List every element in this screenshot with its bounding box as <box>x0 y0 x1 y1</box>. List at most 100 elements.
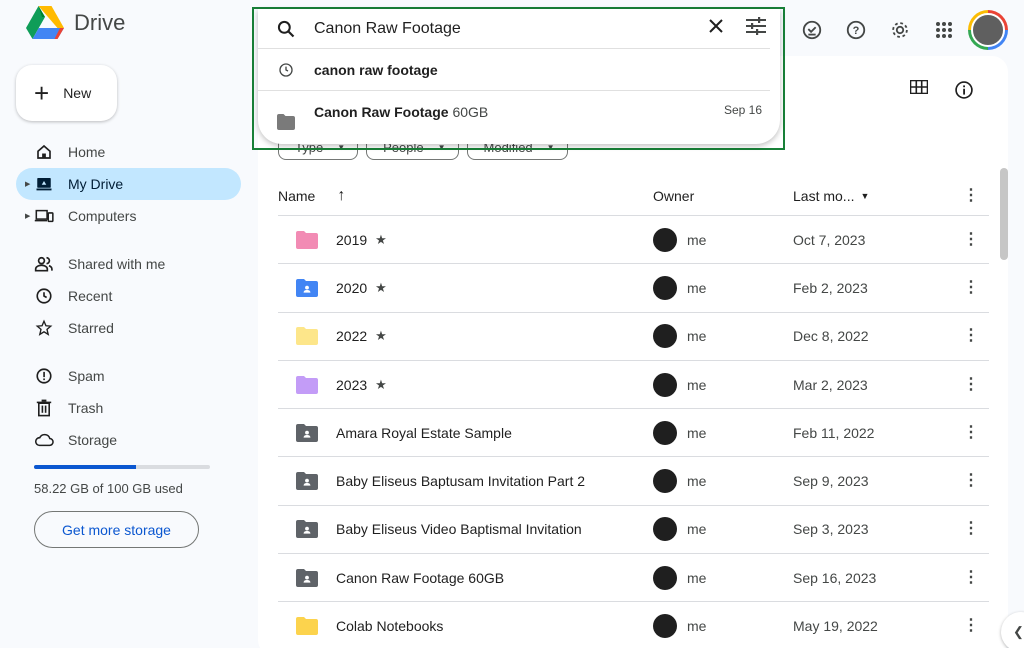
column-header-name[interactable]: Name <box>278 188 315 204</box>
owner-avatar <box>653 324 677 349</box>
sidebar-item-label: Computers <box>68 208 137 224</box>
sort-dropdown-icon[interactable]: ▼ <box>860 191 869 201</box>
last-modified: Oct 7, 2023 <box>793 231 866 248</box>
owner-name: me <box>687 618 707 635</box>
new-button[interactable]: + New <box>16 65 117 121</box>
svg-text:?: ? <box>853 25 860 37</box>
more-actions-icon[interactable]: ⋮ <box>963 279 979 296</box>
scrollbar[interactable] <box>1000 168 1008 260</box>
sidebar-item-my-drive[interactable]: ▶ My Drive <box>16 168 241 200</box>
more-actions-icon[interactable]: ⋮ <box>963 424 979 441</box>
folder-icon <box>258 114 314 130</box>
apps-icon[interactable] <box>928 14 960 46</box>
expand-caret-icon[interactable]: ▶ <box>25 180 30 188</box>
last-modified: Dec 8, 2022 <box>793 328 869 345</box>
more-actions-icon[interactable]: ⋮ <box>963 618 979 634</box>
search-bar <box>258 9 770 49</box>
owner-name: me <box>687 569 707 586</box>
drive-logo[interactable]: Drive <box>26 6 125 40</box>
result-date: Sep 16 <box>723 103 762 117</box>
shared-folder-icon <box>296 520 318 539</box>
shared-folder-icon <box>296 568 318 587</box>
sidebar-item-recent[interactable]: Recent <box>16 280 241 312</box>
help-icon[interactable]: ? <box>840 14 872 46</box>
sort-ascending-icon[interactable]: ↑ <box>337 187 345 205</box>
sidebar-item-label: Trash <box>68 400 104 416</box>
sidebar-item-shared-with-me[interactable]: Shared with me <box>16 248 241 280</box>
trash-icon <box>34 398 54 418</box>
owner-name: me <box>687 328 707 345</box>
sidebar-item-computers[interactable]: ▶ Computers <box>16 200 241 232</box>
more-options-icon[interactable]: ⋮ <box>963 187 979 204</box>
table-row[interactable]: 2019 ★ me Oct 7, 2023 ⋮ <box>278 216 989 265</box>
column-header-last-modified[interactable]: Last mo... <box>793 188 854 204</box>
cloud-icon <box>34 430 54 450</box>
more-actions-icon[interactable]: ⋮ <box>963 521 979 537</box>
sidebar-item-label: Recent <box>68 288 113 304</box>
expand-caret-icon[interactable]: ▶ <box>25 212 30 220</box>
account-avatar[interactable] <box>968 10 1008 50</box>
grid-view-icon[interactable] <box>909 79 929 105</box>
sidebar-item-starred[interactable]: Starred <box>16 312 241 344</box>
sidebar-item-home[interactable]: Home <box>16 136 241 168</box>
sidebar-item-label: Home <box>68 144 106 160</box>
get-more-storage-button[interactable]: Get more storage <box>34 511 199 548</box>
search-dropdown: canon raw footage Canon Raw Footage 60GB… <box>258 9 780 144</box>
sidebar-item-spam[interactable]: Spam <box>16 360 241 392</box>
table-row[interactable]: Canon Raw Footage 60GB me Sep 16, 2023 ⋮ <box>278 554 989 603</box>
file-name: 2023 <box>336 376 368 393</box>
header-actions: ? <box>796 10 1008 50</box>
settings-icon[interactable] <box>884 14 916 46</box>
search-result-item[interactable]: Canon Raw Footage 60GB Sep 16 <box>258 91 780 139</box>
starred-icon: ★ <box>375 279 387 295</box>
shared-icon <box>34 254 54 274</box>
owner-name: me <box>687 424 707 441</box>
table-row[interactable]: Baby Eliseus Video Baptismal Invitation m… <box>278 506 989 555</box>
more-actions-icon[interactable]: ⋮ <box>963 231 979 248</box>
table-row[interactable]: 2023 ★ me Mar 2, 2023 ⋮ <box>278 361 989 410</box>
plus-icon: + <box>34 78 50 108</box>
last-modified: Sep 16, 2023 <box>793 569 877 586</box>
sidebar-item-label: Spam <box>68 368 105 384</box>
sidebar-item-trash[interactable]: Trash <box>16 392 241 424</box>
folder-icon <box>296 617 318 636</box>
owner-avatar <box>653 372 677 397</box>
file-name: Baby Eliseus Video Baptismal Invitation <box>336 521 582 538</box>
last-modified: Feb 11, 2022 <box>793 424 875 441</box>
spam-icon <box>34 366 54 386</box>
file-name: 2020 <box>336 279 368 296</box>
info-icon[interactable] <box>954 80 974 105</box>
last-modified: Sep 9, 2023 <box>793 473 869 490</box>
app-title: Drive <box>74 10 126 35</box>
search-icon[interactable] <box>258 19 314 39</box>
table-row[interactable]: 2020 ★ me Feb 2, 2023 ⋮ <box>278 264 989 313</box>
more-actions-icon[interactable]: ⋮ <box>963 328 979 344</box>
more-actions-icon[interactable]: ⋮ <box>963 473 979 489</box>
file-name: Colab Notebooks <box>336 618 444 635</box>
computers-icon <box>34 206 54 226</box>
view-controls <box>909 79 974 105</box>
search-suggestion-recent[interactable]: canon raw footage <box>258 49 770 91</box>
last-modified: Sep 3, 2023 <box>793 521 869 538</box>
owner-name: me <box>687 521 707 538</box>
search-highlight-box: canon raw footage Canon Raw Footage 60GB… <box>252 7 785 150</box>
owner-name: me <box>687 231 707 248</box>
clear-search-icon[interactable] <box>708 18 724 39</box>
chevron-left-icon: ❮ <box>1013 624 1024 639</box>
table-row[interactable]: Colab Notebooks me May 19, 2022 ⋮ <box>278 602 989 648</box>
shared-folder-icon <box>296 423 318 442</box>
table-row[interactable]: 2022 ★ me Dec 8, 2022 ⋮ <box>278 313 989 361</box>
star-icon <box>34 318 54 338</box>
search-options-icon[interactable] <box>746 17 766 40</box>
file-name: 2022 <box>336 328 368 345</box>
result-suffix: 60GB <box>452 104 489 120</box>
more-actions-icon[interactable]: ⋮ <box>963 569 979 586</box>
owner-name: me <box>687 473 707 490</box>
table-row[interactable]: Baby Eliseus Baptusam Invitation Part 2 m… <box>278 457 989 506</box>
file-table: Name ↑ Owner Last mo... ▼ ⋮ 2019 ★ me Oct 7, … <box>278 176 989 648</box>
more-actions-icon[interactable]: ⋮ <box>963 376 979 393</box>
ready-for-offline-icon[interactable] <box>796 14 828 46</box>
sidebar-item-storage[interactable]: Storage <box>16 424 241 456</box>
table-row[interactable]: Amara Royal Estate Sample me Feb 11, 2022 ⋮ <box>278 409 989 458</box>
search-input[interactable] <box>314 19 708 38</box>
